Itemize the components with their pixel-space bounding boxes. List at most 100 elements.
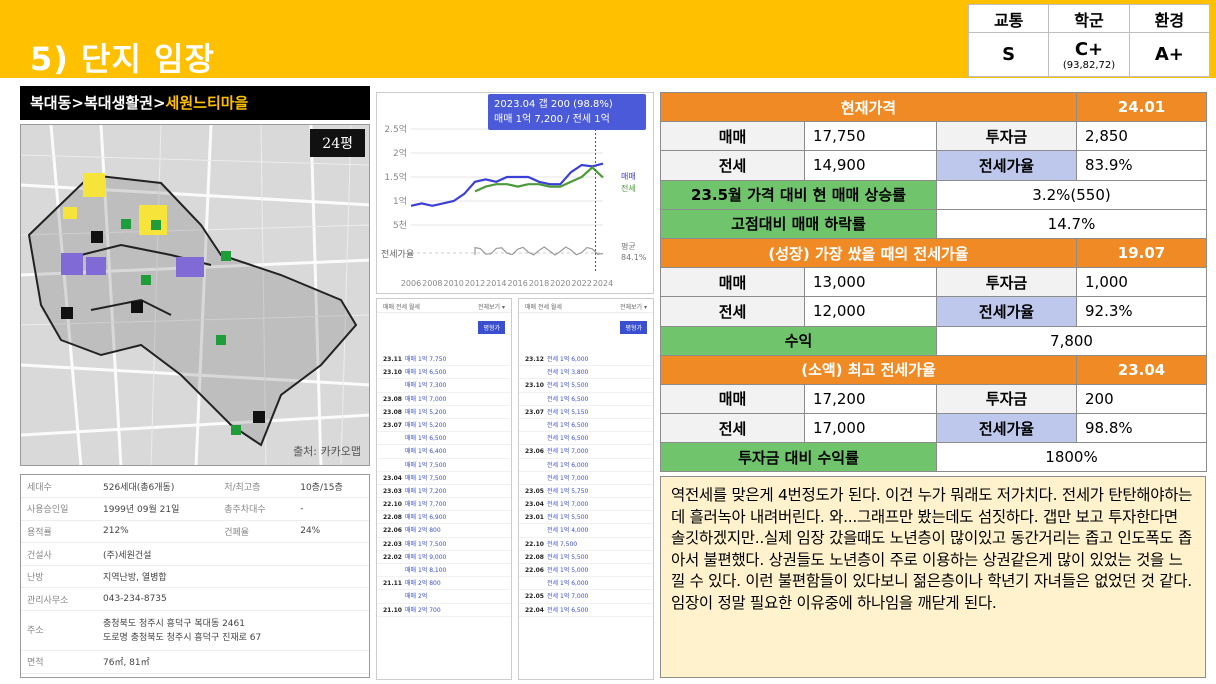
transaction-row[interactable]: 전세 1억 6,500: [519, 393, 653, 406]
transaction-date: 22.05: [525, 593, 544, 601]
list-size-button[interactable]: 평형가: [620, 321, 647, 334]
transaction-row[interactable]: 22.06 전세 1억 5,000: [519, 564, 653, 578]
transaction-row[interactable]: 매매 1억 6,400: [377, 445, 511, 459]
transaction-row[interactable]: 23.11 매매 1억 7,750: [377, 353, 511, 367]
jeonse-transaction-list[interactable]: 매매 전세 월세 전체보기 ▾ 평형가 23.12 전세 1억 6,000 전세 1…: [518, 298, 654, 680]
transaction-row[interactable]: 23.08 매매 1억 7,000: [377, 393, 511, 406]
transaction-row[interactable]: 매매 2억: [377, 590, 511, 604]
tooltip-prices: 매매 1억 7,200 / 전세 1억 7,000: [494, 114, 610, 140]
transaction-row[interactable]: 22.10 전세 7,500: [519, 538, 653, 551]
transaction-row[interactable]: 22.10 매매 1억 7,700: [377, 498, 511, 512]
list-tabs[interactable]: 매매 전세 월세 전체보기 ▾: [377, 299, 511, 313]
info-key: 저/최고층: [218, 475, 295, 499]
transaction-row[interactable]: 전세 1억 3,800: [519, 366, 653, 380]
transaction-row[interactable]: 전세 1억 6,500: [519, 419, 653, 433]
transaction-price: 전세 1억 7,000: [547, 593, 589, 601]
transaction-row[interactable]: 22.03 매매 1억 7,500: [377, 538, 511, 551]
transaction-row[interactable]: 22.02 매매 1억 9,000: [377, 551, 511, 564]
info-row: 면적 76㎡, 81㎡: [21, 650, 369, 674]
transaction-row[interactable]: 22.06 매매 2억 800: [377, 524, 511, 538]
info-row: 용적률 212% 건폐율 24%: [21, 520, 369, 544]
list-filter[interactable]: 전체보기 ▾: [620, 302, 647, 311]
info-key: 난방: [21, 565, 97, 589]
x-tick-label: 2006: [401, 279, 421, 288]
area-map[interactable]: 24평 출처: 카카오맵: [20, 124, 370, 466]
map-graphic: [21, 125, 369, 465]
current-invest: 2,850: [1076, 121, 1208, 152]
transaction-price: 매매 1억 9,000: [405, 553, 447, 561]
info-key: 관리사무소: [21, 587, 97, 612]
sale-label: 매매: [660, 121, 805, 152]
info-key: 건설사: [21, 542, 97, 566]
growth-date: 19.07: [1076, 237, 1208, 269]
transaction-row[interactable]: 22.04 전세 1억 6,500: [519, 604, 653, 617]
info-value: 043-234-8735: [97, 587, 369, 612]
transaction-row[interactable]: 22.08 매매 1억 6,900: [377, 511, 511, 525]
transaction-price: 매매 2억: [405, 593, 428, 601]
drop-label: 고점대비 매매 하락률: [660, 208, 937, 239]
transaction-row[interactable]: 23.01 전세 1억 5,500: [519, 511, 653, 525]
transaction-row[interactable]: 23.10 전세 1억 5,500: [519, 379, 653, 393]
list-tabs-label[interactable]: 매매 전세 월세: [525, 304, 562, 311]
transaction-row[interactable]: 매매 1억 7,500: [377, 459, 511, 472]
transaction-row[interactable]: 매매 1억 6,500: [377, 432, 511, 446]
transaction-price: 매매 1억 7,200: [405, 487, 447, 495]
transaction-row[interactable]: 23.06 전세 1억 7,000: [519, 445, 653, 459]
transaction-row[interactable]: 전세 1억 6,500: [519, 432, 653, 446]
transaction-row[interactable]: 22.08 전세 1억 5,500: [519, 551, 653, 564]
breadcrumb-path: 복대동>복대생활권>: [30, 94, 166, 112]
transaction-date: 23.12: [525, 356, 544, 363]
ratio-axis-label: 전세가율: [381, 249, 414, 260]
transaction-date: 22.06: [383, 527, 402, 535]
transaction-row[interactable]: 전세 1억 7,000: [519, 472, 653, 485]
transaction-row[interactable]: 23.07 매매 1억 5,200: [377, 419, 511, 433]
invest-label: 투자금: [935, 121, 1078, 152]
list-tabs-label[interactable]: 매매 전세 월세: [383, 304, 420, 311]
transaction-row[interactable]: 23.08 매매 1억 5,200: [377, 406, 511, 419]
transaction-date: 23.01: [525, 514, 544, 522]
x-tick-label: 2022: [571, 279, 591, 288]
transaction-row[interactable]: 매매 1억 7,300: [377, 379, 511, 393]
transaction-row[interactable]: 23.07 전세 1억 5,150: [519, 406, 653, 419]
transaction-row[interactable]: 23.04 전세 1억 7,000: [519, 498, 653, 512]
transaction-date: 23.07: [383, 421, 402, 429]
list-tabs[interactable]: 매매 전세 월세 전체보기 ▾: [519, 299, 653, 313]
breadcrumb-complex: 세원느티마을: [165, 94, 249, 112]
roi-value: 1800%: [935, 442, 1208, 473]
info-row: 주소 충청북도 청주시 흥덕구 복대동 2461 도로명 충청북도 청주시 흥덕…: [21, 610, 369, 652]
grade-school: C+: [1074, 38, 1104, 60]
peak-invest: 200: [1076, 383, 1208, 415]
transaction-date: 22.10: [525, 540, 544, 548]
transaction-row[interactable]: 22.05 전세 1억 7,000: [519, 590, 653, 604]
list-size-button[interactable]: 평형가: [478, 321, 505, 334]
transaction-price: 전세 1억 5,500: [547, 382, 589, 390]
transaction-row[interactable]: 전세 1억 6,000: [519, 459, 653, 472]
transaction-row[interactable]: 23.04 매매 1억 7,500: [377, 472, 511, 485]
profit-label: 수익: [660, 325, 937, 356]
transaction-price: 전세 1억 6,000: [547, 461, 589, 469]
transaction-row[interactable]: 매매 1억 8,100: [377, 564, 511, 578]
transaction-row[interactable]: 23.05 전세 1억 5,750: [519, 485, 653, 499]
transaction-price: 전세 1억 6,000: [547, 356, 589, 363]
transaction-date: 22.06: [525, 567, 544, 574]
transaction-row[interactable]: 21.10 매매 2억 700: [377, 604, 511, 617]
transaction-date: 23.11: [383, 356, 402, 363]
transaction-price: 전세 1억 4,000: [547, 527, 589, 535]
list-filter[interactable]: 전체보기 ▾: [478, 302, 505, 311]
invest-label: 투자금: [935, 267, 1078, 298]
transaction-row[interactable]: 23.10 매매 1억 6,500: [377, 366, 511, 380]
transaction-row[interactable]: 21.11 매매 2억 800: [377, 577, 511, 591]
peak-sale: 17,200: [804, 383, 937, 415]
current-sale: 17,750: [804, 121, 937, 152]
transaction-row[interactable]: 전세 1억 6,000: [519, 577, 653, 591]
current-price-date: 24.01: [1076, 91, 1208, 123]
transaction-row[interactable]: 23.12 전세 1억 6,000: [519, 353, 653, 367]
investment-summary-table: 현재가격 24.01 매매 17,750 투자금 2,850 전세 14,900…: [659, 91, 1208, 473]
transaction-row[interactable]: 23.03 매매 1억 7,200: [377, 485, 511, 499]
transaction-price: 매매 2억 800: [405, 527, 441, 535]
transaction-price: 매매 1억 7,700: [405, 501, 447, 509]
transaction-price: 전세 1억 7,000: [547, 474, 589, 482]
sale-transaction-list[interactable]: 매매 전세 월세 전체보기 ▾ 평형가 23.11 매매 1억 7,750 23.1…: [376, 298, 512, 680]
transaction-row[interactable]: 전세 1억 4,000: [519, 524, 653, 538]
info-row: 세대수 526세대(총6개동) 저/최고층 10층/15층: [21, 475, 369, 499]
